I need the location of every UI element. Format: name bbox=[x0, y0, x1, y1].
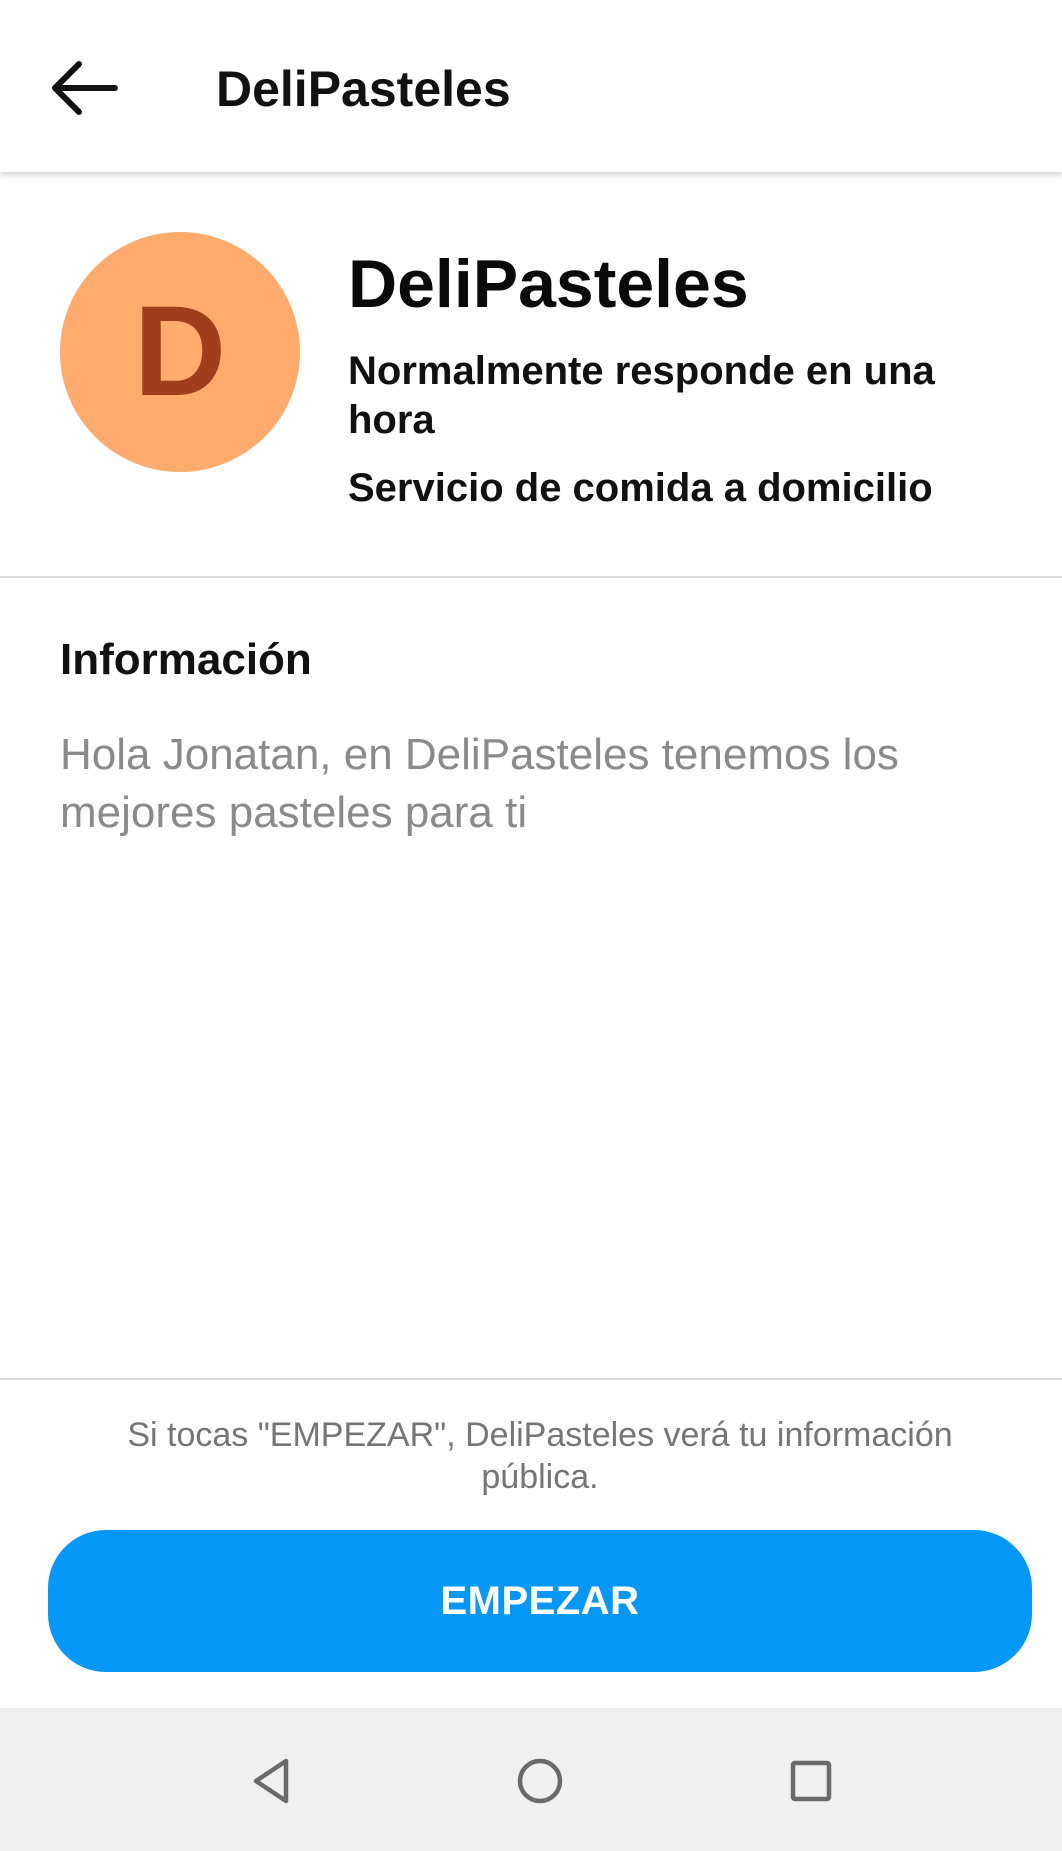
avatar-letter: D bbox=[133, 280, 227, 423]
avatar: D bbox=[60, 232, 300, 472]
triangle-back-icon bbox=[253, 1758, 289, 1804]
arrow-left-icon bbox=[52, 61, 118, 115]
info-description: Hola Jonatan, en DeliPasteles tenemos lo… bbox=[60, 730, 899, 837]
nav-recents-button[interactable] bbox=[766, 1736, 856, 1826]
circle-home-icon bbox=[517, 1758, 563, 1804]
back-button[interactable] bbox=[34, 46, 134, 130]
info-heading: Información bbox=[60, 635, 312, 684]
nav-home-button[interactable] bbox=[495, 1736, 585, 1826]
response-time-text: Normalmente responde en una hora bbox=[348, 349, 935, 442]
app-bar: DeliPasteles bbox=[0, 0, 1062, 172]
system-nav-bar bbox=[0, 1708, 1062, 1851]
nav-back-button[interactable] bbox=[226, 1736, 316, 1826]
start-footer: Si tocas "EMPEZAR", DeliPasteles verá tu… bbox=[0, 1378, 1062, 1710]
app-bar-title: DeliPasteles bbox=[216, 61, 511, 117]
business-profile-header: D DeliPasteles Normalmente responde en u… bbox=[0, 172, 1062, 578]
start-button[interactable]: EMPEZAR bbox=[48, 1530, 1032, 1672]
square-recents-icon bbox=[790, 1760, 832, 1802]
business-name: DeliPasteles bbox=[348, 246, 749, 322]
privacy-note: Si tocas "EMPEZAR", DeliPasteles verá tu… bbox=[127, 1416, 953, 1496]
business-category: Servicio de comida a domicilio bbox=[348, 466, 933, 510]
